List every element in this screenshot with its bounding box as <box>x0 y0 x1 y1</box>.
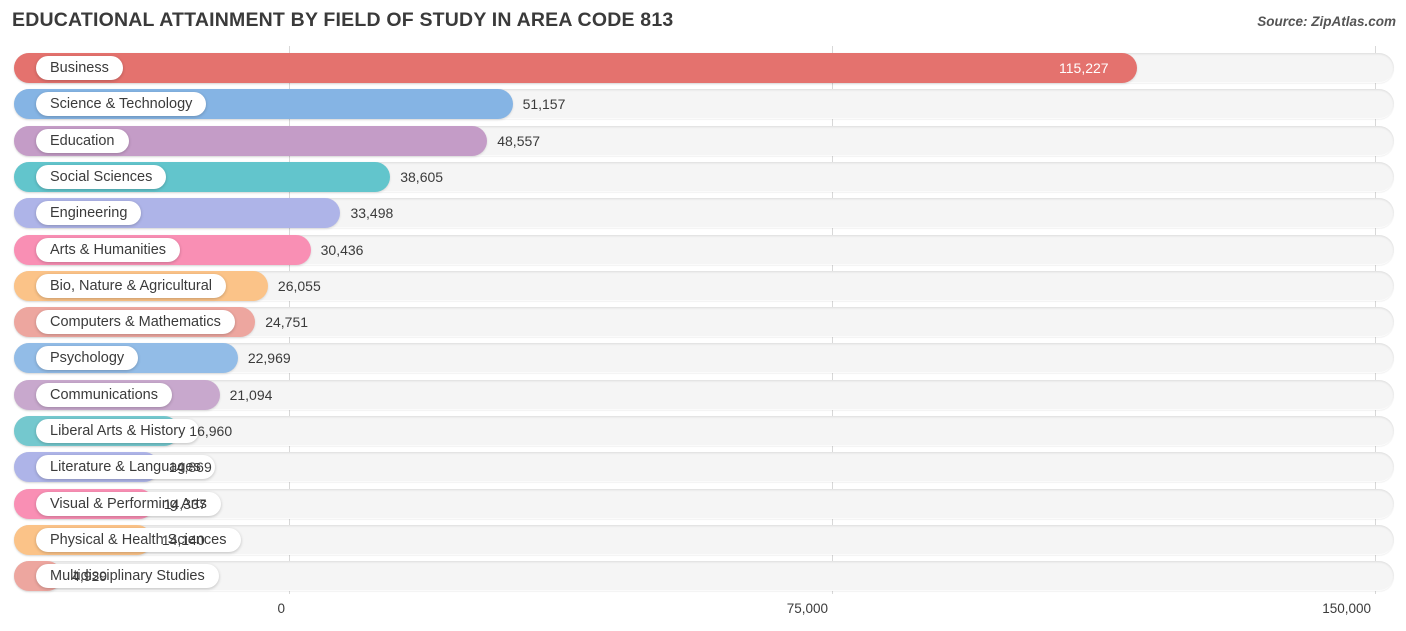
table-row[interactable]: Science & Technology 51,157 <box>14 89 1394 120</box>
category-label: Communications <box>36 382 172 407</box>
category-label: Engineering <box>36 201 142 226</box>
table-row[interactable]: Communications 21,094 <box>14 379 1394 410</box>
bar-track <box>14 452 1394 483</box>
bar-value-label: 51,157 <box>522 96 566 113</box>
table-row[interactable]: Engineering 33,498 <box>14 198 1394 229</box>
category-label: Computers & Mathematics <box>36 310 235 335</box>
x-tick-label: 0 <box>277 601 285 616</box>
category-label: Multidisciplinary Studies <box>36 564 219 589</box>
bar-value-label: 26,055 <box>277 277 321 294</box>
x-axis: 0 75,000 150,000 <box>0 594 1406 631</box>
table-row[interactable]: Education 48,557 <box>14 125 1394 156</box>
bar-value-label: 21,094 <box>229 386 273 403</box>
x-tick-label: 75,000 <box>786 601 828 616</box>
bar-track <box>14 561 1394 592</box>
table-row[interactable]: Business 115,227 <box>14 53 1394 83</box>
bar-track <box>14 488 1394 519</box>
category-label: Arts & Humanities <box>36 237 181 262</box>
table-row[interactable]: Computers & Mathematics 24,751 <box>14 307 1394 338</box>
bar-value-label: 22,969 <box>247 350 291 367</box>
table-row[interactable]: Social Sciences 38,605 <box>14 161 1394 192</box>
table-row[interactable]: Liberal Arts & History 16,960 <box>14 416 1394 446</box>
bar-value-label: 16,960 <box>189 423 233 439</box>
bar-value-label: 4,929 <box>72 568 108 585</box>
category-label: Social Sciences <box>36 164 167 189</box>
category-label: Bio, Nature & Agricultural <box>36 273 226 298</box>
table-row[interactable]: Psychology 22,969 <box>14 343 1394 374</box>
table-row[interactable]: Multidisciplinary Studies 4,929 <box>14 561 1394 592</box>
bar-value-label: 33,498 <box>350 205 394 222</box>
bar-value-label: 14,337 <box>163 495 207 512</box>
category-label: Psychology <box>36 346 139 371</box>
bar-track <box>14 379 1394 410</box>
chart-plot-area: Business 115,227 Science & Technology 51,15… <box>0 46 1406 594</box>
table-row[interactable]: Literature & Languages 14,869 <box>14 452 1394 483</box>
bar <box>14 53 1137 83</box>
page-title: EDUCATIONAL ATTAINMENT BY FIELD OF STUDY… <box>12 9 674 31</box>
category-label: Education <box>36 128 129 153</box>
bar-value-label: 24,751 <box>265 314 309 331</box>
chart-header: EDUCATIONAL ATTAINMENT BY FIELD OF STUDY… <box>0 0 1406 44</box>
x-tick-label: 150,000 <box>1322 601 1371 616</box>
bar-value-label: 115,227 <box>1059 60 1109 76</box>
table-row[interactable]: Visual & Performing Arts 14,337 <box>14 488 1394 519</box>
bar-value-label: 14,869 <box>168 459 212 476</box>
category-label: Physical & Health Sciences <box>36 527 241 552</box>
bar-value-label: 38,605 <box>400 168 444 185</box>
bar-rows: Business 115,227 Science & Technology 51,15… <box>0 46 1406 594</box>
bar-value-label: 30,436 <box>320 241 364 258</box>
bar-value-label: 48,557 <box>497 132 541 149</box>
source-attribution: Source: ZipAtlas.com <box>1257 14 1396 29</box>
category-label: Business <box>36 56 123 80</box>
table-row[interactable]: Bio, Nature & Agricultural 26,055 <box>14 270 1394 301</box>
category-label: Liberal Arts & History <box>36 419 200 443</box>
bar-value-label: 14,140 <box>161 531 205 548</box>
table-row[interactable]: Arts & Humanities 30,436 <box>14 234 1394 265</box>
table-row[interactable]: Physical & Health Sciences 14,140 <box>14 524 1394 555</box>
category-label: Science & Technology <box>36 92 207 117</box>
